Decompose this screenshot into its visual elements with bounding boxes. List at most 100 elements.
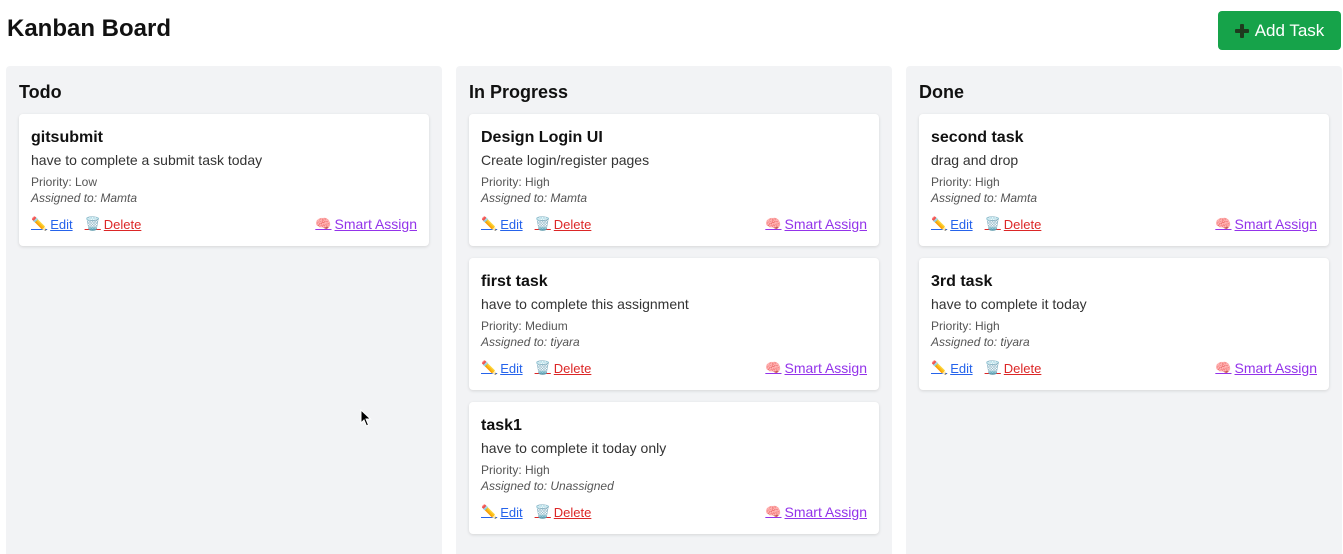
delete-button[interactable]: 🗑️ Delete [985,216,1042,232]
smart-assign-button[interactable]: 🧠 Smart Assign [765,216,867,232]
column-title: Todo [19,82,62,102]
delete-label: Delete [1003,216,1042,232]
delete-button[interactable]: 🗑️ Delete [535,504,592,520]
edit-button[interactable]: ✏️ Edit [481,216,523,232]
mouse-cursor-icon [360,409,372,427]
task-title: 3rd task [931,273,993,290]
smart-assign-button[interactable]: 🧠 Smart Assign [765,360,867,376]
edit-label: Edit [950,360,973,376]
card-actions: ✏️ Edit 🗑️ Delete 🧠 Smart Assign [931,360,1317,376]
column-in-progress[interactable]: In Progress Design Login UI Create login… [456,66,892,554]
task-title: first task [481,273,548,290]
trash-icon: 🗑️ [984,216,1001,231]
task-description: have to complete it today only [481,440,667,456]
brain-icon: 🧠 [1215,216,1232,231]
task-priority: Priority: Low [31,175,98,189]
pencil-icon: ✏️ [481,216,498,231]
smart-assign-label: Smart Assign [1234,360,1317,376]
edit-label: Edit [50,216,73,232]
edit-label: Edit [950,216,973,232]
trash-icon: 🗑️ [534,360,551,375]
edit-button[interactable]: ✏️ Edit [931,216,973,232]
card-actions: ✏️ Edit 🗑️ Delete 🧠 Smart Assign [481,360,867,376]
task-priority: Priority: High [481,463,550,477]
delete-label: Delete [553,216,592,232]
task-description: have to complete a submit task today [31,152,263,168]
edit-label: Edit [500,504,523,520]
edit-button[interactable]: ✏️ Edit [31,216,73,232]
card-list: second task drag and drop Priority: High… [919,114,1329,390]
smart-assign-button[interactable]: 🧠 Smart Assign [315,216,417,232]
edit-label: Edit [500,360,523,376]
task-title: Design Login UI [481,129,603,146]
task-assignee: Assigned to: Mamta [931,191,1038,205]
task-assignee: Assigned to: Unassigned [481,479,614,493]
smart-assign-label: Smart Assign [1234,216,1317,232]
task-assignee: Assigned to: tiyara [481,335,580,349]
smart-assign-label: Smart Assign [334,216,417,232]
task-card[interactable]: second task drag and drop Priority: High… [919,114,1329,246]
task-description: have to complete it today [931,296,1087,312]
edit-button[interactable]: ✏️ Edit [481,360,523,376]
brain-icon: 🧠 [765,360,782,375]
card-list: gitsubmit have to complete a submit task… [19,114,429,246]
pencil-icon: ✏️ [931,360,948,375]
delete-button[interactable]: 🗑️ Delete [85,216,142,232]
task-description: Create login/register pages [481,152,650,168]
card-actions: ✏️ Edit 🗑️ Delete 🧠 Smart Assign [931,216,1317,232]
card-actions: ✏️ Edit 🗑️ Delete 🧠 Smart Assign [481,504,867,520]
brain-icon: 🧠 [1215,360,1232,375]
delete-button[interactable]: 🗑️ Delete [535,216,592,232]
smart-assign-button[interactable]: 🧠 Smart Assign [1215,216,1317,232]
edit-button[interactable]: ✏️ Edit [931,360,973,376]
edit-label: Edit [500,216,523,232]
delete-button[interactable]: 🗑️ Delete [985,360,1042,376]
task-title: second task [931,129,1024,146]
add-task-button[interactable]: Add Task [1218,11,1341,50]
pencil-icon: ✏️ [31,216,48,231]
column-title: In Progress [469,82,569,102]
task-card[interactable]: Design Login UI Create login/register pa… [469,114,879,246]
column-todo[interactable]: Todo gitsubmit have to complete a submit… [6,66,442,554]
smart-assign-button[interactable]: 🧠 Smart Assign [765,504,867,520]
trash-icon: 🗑️ [84,216,101,231]
delete-label: Delete [553,504,592,520]
task-description: drag and drop [931,152,1019,168]
kanban-board: Todo gitsubmit have to complete a submit… [6,66,1342,554]
card-actions: ✏️ Edit 🗑️ Delete 🧠 Smart Assign [481,216,867,232]
delete-label: Delete [553,360,592,376]
task-assignee: Assigned to: Mamta [481,191,588,205]
task-title: task1 [481,417,522,434]
brain-icon: 🧠 [315,216,332,231]
add-task-label: Add Task [1254,20,1325,40]
delete-label: Delete [103,216,142,232]
smart-assign-label: Smart Assign [784,360,867,376]
pencil-icon: ✏️ [931,216,948,231]
smart-assign-label: Smart Assign [784,504,867,520]
trash-icon: 🗑️ [534,504,551,519]
task-assignee: Assigned to: tiyara [931,335,1030,349]
smart-assign-button[interactable]: 🧠 Smart Assign [1215,360,1317,376]
card-actions: ✏️ Edit 🗑️ Delete 🧠 Smart Assign [31,216,417,232]
task-priority: Priority: High [481,175,550,189]
task-priority: Priority: High [931,319,1000,333]
task-card[interactable]: first task have to complete this assignm… [469,258,879,390]
task-card[interactable]: task1 have to complete it today only Pri… [469,402,879,534]
task-card[interactable]: gitsubmit have to complete a submit task… [19,114,429,246]
brain-icon: 🧠 [765,504,782,519]
column-done[interactable]: Done second task drag and drop Priority:… [906,66,1342,554]
task-card[interactable]: 3rd task have to complete it today Prior… [919,258,1329,390]
brain-icon: 🧠 [765,216,782,231]
pencil-icon: ✏️ [481,360,498,375]
smart-assign-label: Smart Assign [784,216,867,232]
task-priority: Priority: High [931,175,1000,189]
trash-icon: 🗑️ [534,216,551,231]
delete-button[interactable]: 🗑️ Delete [535,360,592,376]
trash-icon: 🗑️ [984,360,1001,375]
task-assignee: Assigned to: Mamta [31,191,138,205]
edit-button[interactable]: ✏️ Edit [481,504,523,520]
column-title: Done [919,82,964,102]
delete-label: Delete [1003,360,1042,376]
task-title: gitsubmit [31,129,103,146]
card-list: Design Login UI Create login/register pa… [469,114,879,534]
